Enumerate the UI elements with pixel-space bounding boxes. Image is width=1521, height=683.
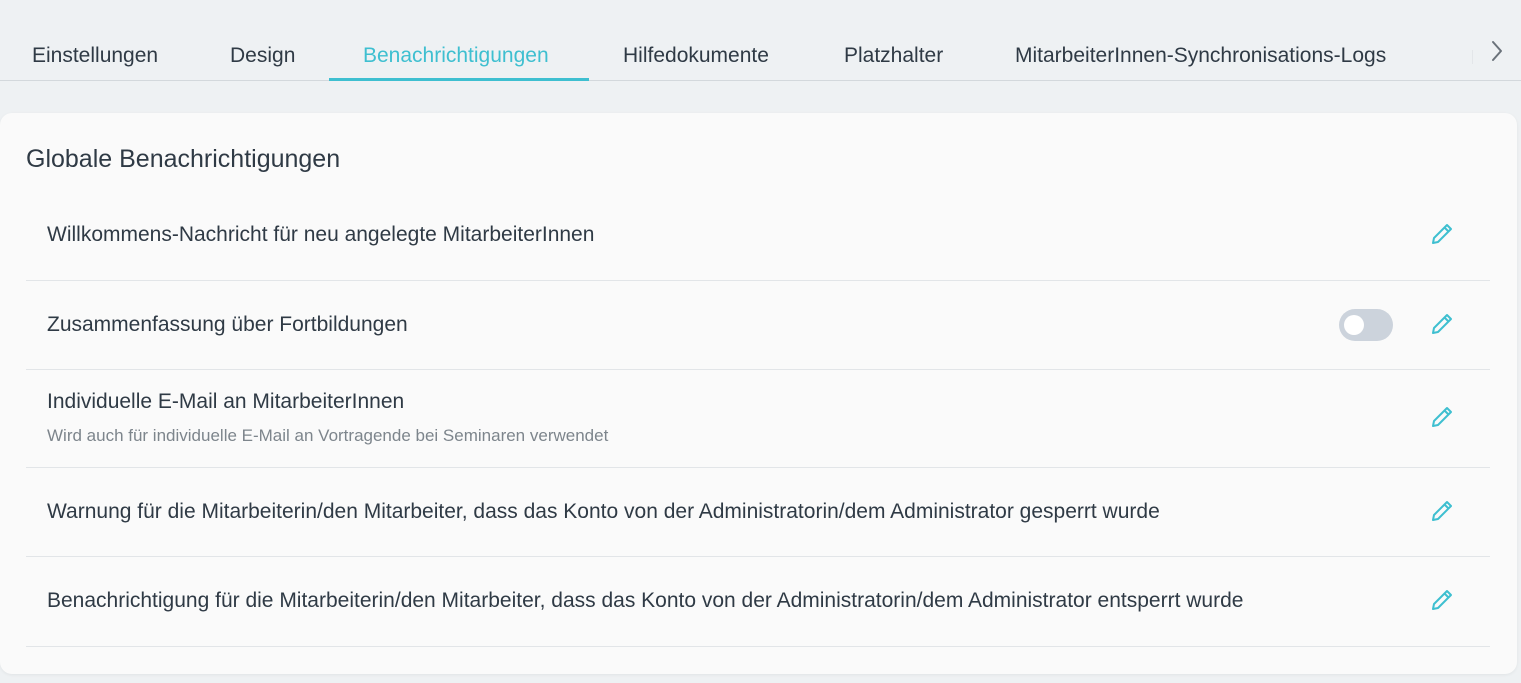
- pencil-icon[interactable]: [1429, 221, 1455, 247]
- pencil-icon[interactable]: [1429, 311, 1455, 337]
- notification-row-training-summary: Zusammenfassung über Fortbildungen: [26, 281, 1490, 370]
- notification-row-account-unlocked: Benachrichtigung für die Mitarbeiterin/d…: [26, 557, 1490, 647]
- section-title: Globale Benachrichtigungen: [26, 145, 341, 173]
- pencil-icon[interactable]: [1429, 498, 1455, 524]
- notification-label: Individuelle E-Mail an MitarbeiterInnen: [47, 390, 405, 413]
- tab-bar: Einstellungen Design Benachrichtigungen …: [0, 0, 1521, 82]
- notification-label: Benachrichtigung für die Mitarbeiterin/d…: [47, 589, 1244, 612]
- notification-row-individual-email: Individuelle E-Mail an MitarbeiterInnen …: [26, 370, 1490, 468]
- chevron-right-icon[interactable]: [1484, 38, 1510, 64]
- enable-toggle[interactable]: [1339, 309, 1393, 341]
- tab-einstellungen[interactable]: Einstellungen: [32, 44, 158, 68]
- notification-row-account-locked: Warnung für die Mitarbeiterin/den Mitarb…: [26, 468, 1490, 557]
- notifications-card: Globale Benachrichtigungen Willkommens-N…: [0, 113, 1517, 674]
- pencil-icon[interactable]: [1429, 587, 1455, 613]
- tab-benachrichtigungen[interactable]: Benachrichtigungen: [363, 44, 549, 68]
- tab-scroll-fade: [1472, 50, 1473, 64]
- tab-platzhalter[interactable]: Platzhalter: [844, 44, 943, 68]
- pencil-icon[interactable]: [1429, 404, 1455, 430]
- active-tab-indicator: [329, 78, 589, 81]
- tab-mitarbeiter-sync-logs[interactable]: MitarbeiterInnen-Synchronisations-Logs: [1015, 44, 1386, 68]
- notification-row-welcome: Willkommens-Nachricht für neu angelegte …: [26, 191, 1490, 281]
- toggle-knob: [1344, 315, 1364, 335]
- notification-subtitle: Wird auch für individuelle E-Mail an Vor…: [47, 426, 609, 445]
- notification-label: Zusammenfassung über Fortbildungen: [47, 313, 408, 336]
- tab-hilfedokumente[interactable]: Hilfedokumente: [623, 44, 769, 68]
- tab-design[interactable]: Design: [230, 44, 295, 68]
- tab-divider: [0, 80, 1521, 81]
- notification-label: Willkommens-Nachricht für neu angelegte …: [47, 223, 595, 246]
- notification-label: Warnung für die Mitarbeiterin/den Mitarb…: [47, 500, 1160, 523]
